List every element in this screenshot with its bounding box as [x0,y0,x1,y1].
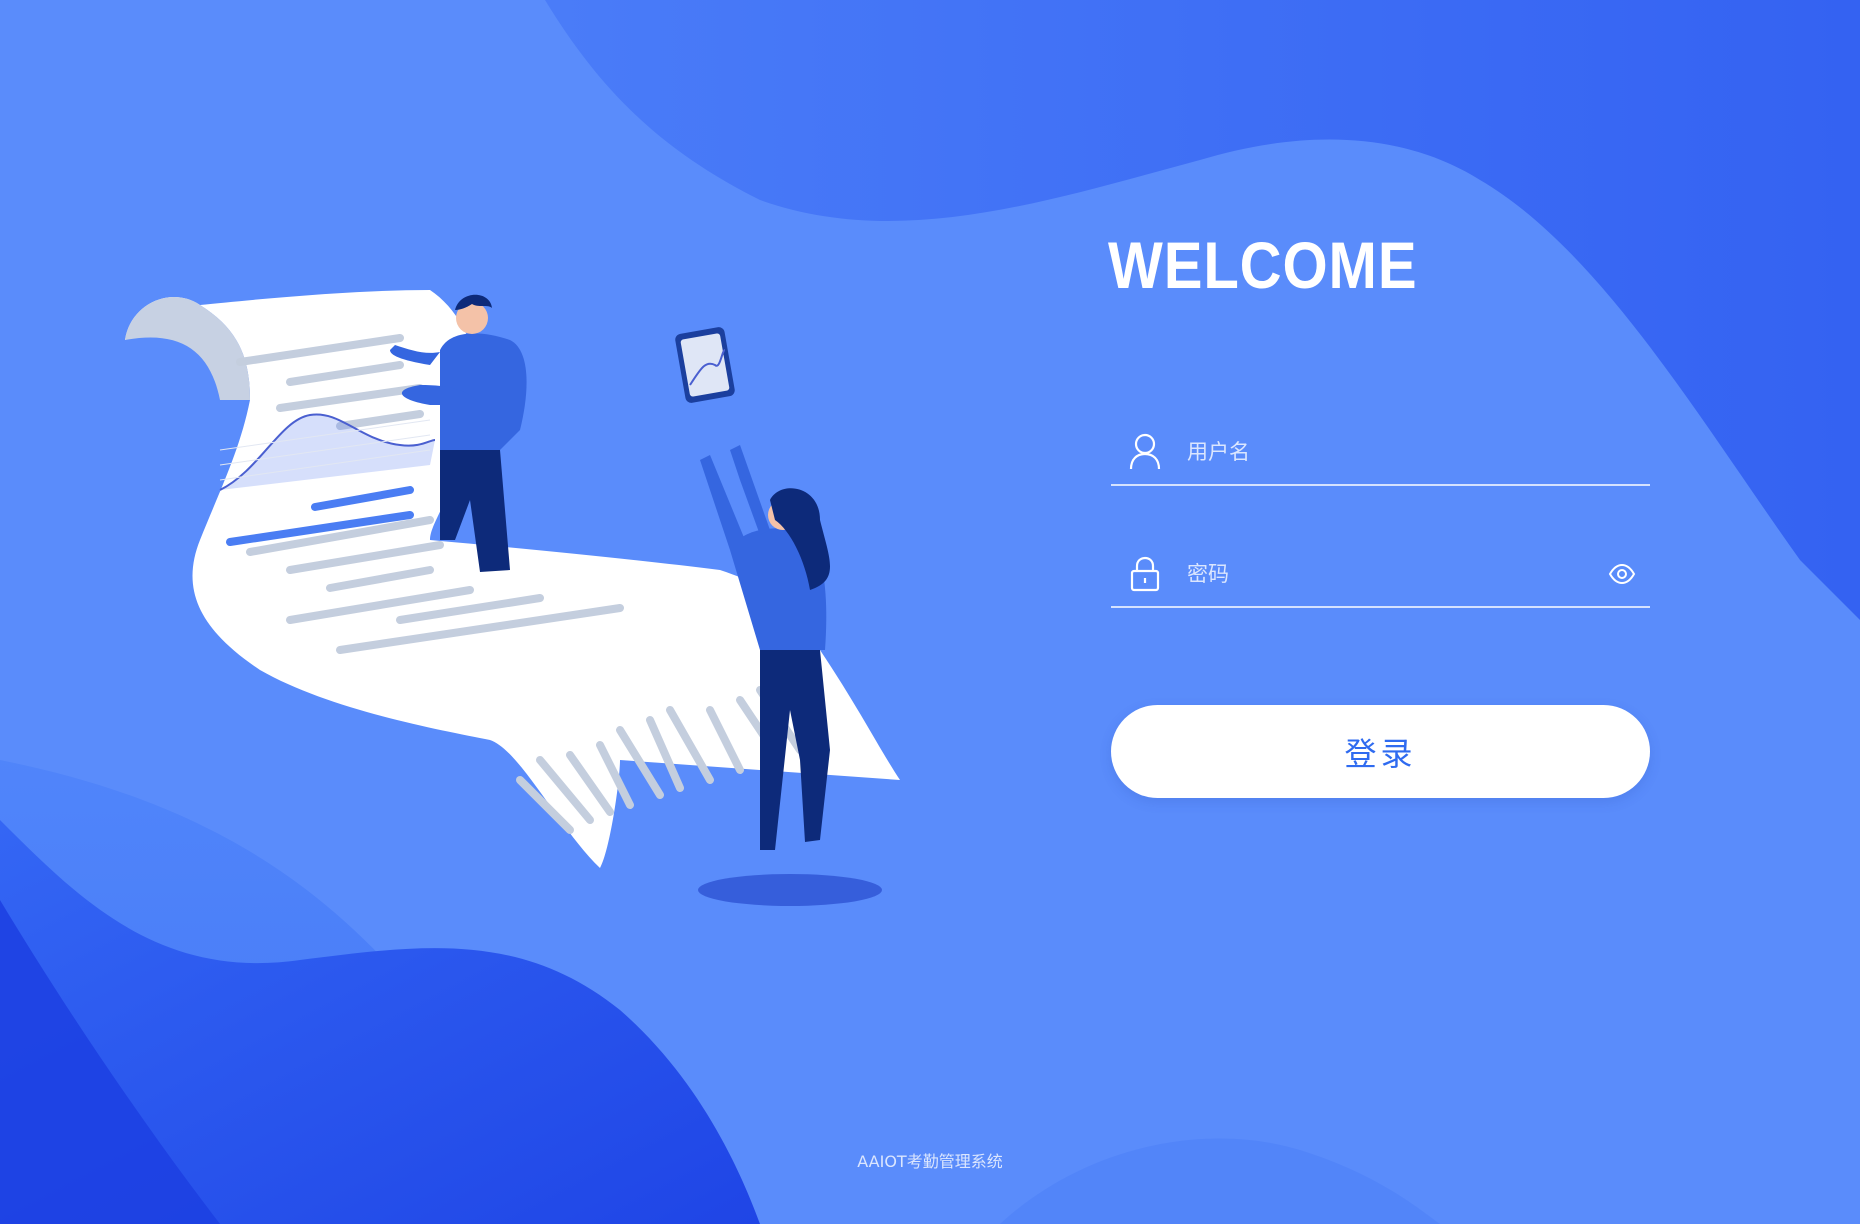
lock-icon [1127,554,1163,594]
username-input[interactable] [1185,431,1650,473]
welcome-title: WELCOME [1108,228,1418,302]
password-field [1111,542,1650,608]
footer-text: AAIOT考勤管理系统 [857,1152,1003,1171]
username-field [1111,420,1650,486]
shadow [698,874,882,906]
login-button[interactable]: 登录 [1111,705,1650,798]
password-input[interactable] [1185,553,1606,595]
eye-icon[interactable] [1606,562,1638,586]
illustration [125,290,900,906]
user-icon [1127,432,1163,472]
